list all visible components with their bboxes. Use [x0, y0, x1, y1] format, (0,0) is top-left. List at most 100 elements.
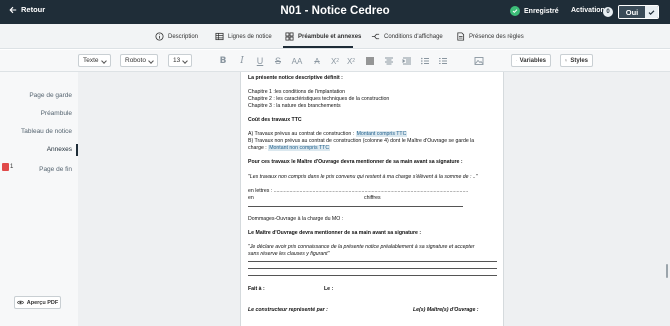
divider-line — [248, 268, 497, 269]
font-size-select[interactable]: 13 — [168, 54, 192, 67]
styles-label: Styles — [570, 57, 588, 64]
doc-cost-b-line2: charge : Montant non compris TTC — [248, 145, 497, 151]
doc-cost-b-line1: B) Travaux non prévus au contrat de cons… — [248, 138, 475, 144]
variable-montant-non-compris[interactable]: Montant non compris TTC — [268, 145, 331, 151]
table-icon — [215, 32, 224, 41]
doc-signature-title-2: Le Maître d'Ouvrage devra mentionner de … — [248, 230, 422, 236]
tab-label: Description — [168, 33, 199, 40]
sidebar-item-preambule[interactable]: Préambule — [41, 110, 72, 117]
tab-conditions-affichage[interactable]: Conditions d'affichage — [371, 32, 443, 41]
sidebar-item-tableau-de-notice[interactable]: Tableau de notice — [21, 128, 72, 135]
tab-label: Préambule et annexes — [298, 33, 362, 40]
doc-signature-title-1: Pour ces travaux le Maître d'Ouvrage dev… — [248, 159, 463, 165]
superscript-icon[interactable]: X2 — [329, 55, 341, 67]
font-size-value: 13 — [173, 57, 181, 64]
doc-cost-title: Coût des travaux TTC — [248, 117, 302, 123]
pdf-preview-button[interactable]: Aperçu PDF — [14, 296, 61, 309]
arrow-left-icon — [9, 6, 17, 13]
styles-button[interactable]: Styles — [560, 54, 593, 67]
cost-b-text: charge : — [248, 145, 269, 151]
document-page[interactable]: La présente notice descriptive définit :… — [240, 72, 504, 326]
doc-heading: La présente notice descriptive définit : — [248, 75, 343, 81]
saved-status: Enregistré — [510, 6, 559, 16]
strikethrough-icon[interactable]: S — [272, 55, 284, 67]
doc-signature-quote-2-line1: "Je déclare avoir pris connaissance de l… — [248, 244, 475, 250]
doc-signature-quote-1: "Les travaux non compris dans le prix co… — [248, 174, 478, 180]
align-icon[interactable] — [364, 55, 376, 67]
pdf-preview-label: Aperçu PDF — [26, 299, 59, 306]
clear-format-icon[interactable]: A — [311, 55, 323, 67]
underline-icon[interactable]: U — [254, 55, 266, 67]
editor-toolbar: Texte Roboto 13 B I U S AA A X2 X2 Varia… — [0, 50, 670, 72]
font-size-icon[interactable]: AA — [290, 55, 304, 67]
editor-canvas: La présente notice descriptive définit :… — [78, 72, 670, 326]
variable-montant-compris[interactable]: Montant compris TTC — [355, 131, 408, 137]
activation-toggle-label: Oui — [619, 6, 645, 18]
activation-label: Activation — [571, 7, 605, 14]
variables-button[interactable]: Variables — [511, 54, 551, 67]
top-bar: Retour N01 - Notice Cedreo Enregistré Ac… — [0, 0, 670, 24]
doc-dommages-ouvrage: Dommages-Ouvrage à la charge du MO : — [248, 216, 344, 222]
font-family-value: Roboto — [125, 57, 146, 64]
text-style-select[interactable]: Texte — [78, 54, 111, 67]
eye-icon — [16, 300, 24, 305]
tab-lignes-de-notice[interactable]: Lignes de notice — [215, 32, 272, 41]
chevron-down-icon — [182, 58, 188, 64]
image-icon[interactable] — [473, 55, 485, 67]
align-center-icon[interactable] — [383, 55, 395, 67]
sidebar-item-page-de-fin[interactable]: Page de fin — [39, 166, 72, 173]
italic-icon[interactable]: I — [236, 55, 248, 67]
doc-cost-a: A) Travaux prévus au contrat de construc… — [248, 131, 497, 137]
back-label: Retour — [21, 5, 46, 14]
scrollbar-thumb[interactable] — [666, 264, 668, 278]
check-icon — [645, 6, 658, 18]
page-count-indicator[interactable]: 1 — [2, 163, 13, 171]
activation-toggle[interactable]: Oui — [618, 5, 659, 19]
check-circle-icon — [510, 6, 520, 16]
divider-line — [248, 261, 497, 262]
document-icon — [457, 32, 465, 41]
section-sidebar: Page de garde Préambule Tableau de notic… — [0, 72, 78, 326]
doc-le-date: Le : — [324, 286, 334, 292]
activation-count-badge: 0 — [603, 7, 613, 17]
tab-label: Présence des règles — [469, 33, 524, 40]
subscript-icon[interactable]: X2 — [345, 55, 357, 67]
text-style-value: Texte — [83, 57, 99, 64]
plus-circle-icon — [516, 60, 517, 61]
sidebar-item-annexes[interactable]: Annexes — [47, 146, 72, 153]
saved-label: Enregistré — [524, 7, 559, 15]
tab-label: Conditions d'affichage — [384, 33, 443, 40]
active-tab-indicator — [283, 46, 353, 48]
indent-icon[interactable] — [401, 55, 413, 67]
doc-chiffres-label: chiffres — [364, 195, 381, 201]
ordered-list-icon[interactable] — [419, 55, 431, 67]
chevron-down-icon — [148, 58, 154, 64]
page-title: N01 - Notice Cedreo — [280, 5, 390, 17]
sidebar-item-page-de-garde[interactable]: Page de garde — [29, 92, 72, 99]
doc-signature-quote-2-line2: sans réserve les clauses y figurant" — [248, 251, 330, 257]
cost-a-text: A) Travaux prévus au contrat de construc… — [248, 131, 356, 137]
variables-label: Variables — [519, 57, 546, 64]
split-arrows-icon — [371, 33, 380, 40]
pdf-page-icon — [2, 163, 9, 171]
doc-chapter-3: Chapitre 3 : la nature des branchements — [248, 103, 341, 109]
tab-preambule-et-annexes[interactable]: Préambule et annexes — [285, 32, 361, 41]
doc-letters-line: en lettres : ...........................… — [248, 188, 469, 194]
divider-line — [248, 275, 497, 276]
tag-icon — [565, 59, 568, 62]
bold-icon[interactable]: B — [217, 55, 229, 67]
doc-chapter-1: Chapitre 1 :les conditions de l'implanta… — [248, 89, 346, 95]
font-family-select[interactable]: Roboto — [120, 54, 158, 67]
bullet-list-icon[interactable] — [437, 55, 449, 67]
grid-icon — [285, 32, 294, 41]
doc-chapter-2: Chapitre 2 : les caractéristiques techni… — [248, 96, 390, 102]
page-count: 1 — [10, 164, 14, 170]
tabs-bar: Description Lignes de notice Préambule e… — [0, 24, 670, 49]
back-button[interactable]: Retour — [9, 5, 45, 14]
doc-maitres-ouvrage: Le(s) Maître(s) d'Ouvrage : — [413, 307, 479, 313]
tab-description[interactable]: Description — [155, 32, 198, 41]
tab-presence-des-regles[interactable]: Présence des règles — [456, 32, 524, 41]
chevron-down-icon — [101, 58, 107, 64]
tab-label: Lignes de notice — [228, 33, 272, 40]
info-icon — [155, 32, 164, 41]
